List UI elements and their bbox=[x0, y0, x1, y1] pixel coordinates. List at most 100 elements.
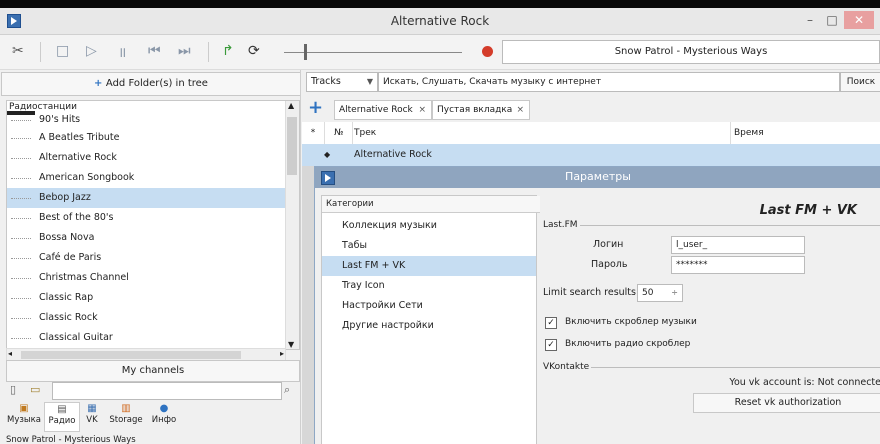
scroll-right-icon[interactable]: ▸ bbox=[280, 349, 284, 358]
window-title: Alternative Rock bbox=[390, 14, 490, 28]
storage-icon: ▥ bbox=[121, 403, 131, 414]
expand-icon[interactable]: ◆ bbox=[324, 144, 330, 166]
tab-info[interactable]: ● Инфо bbox=[148, 402, 180, 430]
col-star[interactable]: * bbox=[302, 122, 325, 144]
col-number[interactable]: № bbox=[334, 122, 353, 144]
tree-item[interactable]: Café de Paris bbox=[7, 248, 285, 268]
volume-slider[interactable] bbox=[284, 52, 462, 53]
close-icon[interactable]: × bbox=[516, 101, 524, 119]
close-icon[interactable]: × bbox=[418, 101, 426, 119]
search-type-select[interactable]: Tracks ▼ bbox=[306, 72, 378, 92]
arrow-icon[interactable]: ↱ bbox=[222, 43, 234, 59]
category-item[interactable]: Last FM + VK bbox=[322, 256, 536, 276]
scissors-icon[interactable]: ✂ bbox=[12, 43, 24, 59]
chevron-down-icon: ▼ bbox=[366, 77, 373, 86]
lastfm-group-label: Last.FM bbox=[541, 220, 580, 230]
tree-item[interactable]: Bebop Jazz bbox=[7, 188, 285, 208]
scroll-thumb[interactable] bbox=[21, 351, 241, 359]
pane-splitter[interactable] bbox=[300, 70, 301, 444]
section-title: Last FM + VK bbox=[759, 203, 857, 218]
my-channels-button[interactable]: My channels bbox=[6, 360, 300, 382]
tab-empty[interactable]: Пустая вкладка × bbox=[432, 100, 530, 120]
tab-vk[interactable]: ▦ VK bbox=[80, 402, 104, 430]
tab-alternative-rock[interactable]: Alternative Rock × bbox=[334, 100, 432, 120]
group-row[interactable]: ◆ Alternative Rock bbox=[302, 144, 880, 166]
password-field[interactable]: ******* bbox=[671, 256, 805, 274]
col-track[interactable]: Трек bbox=[354, 122, 731, 144]
search-input[interactable]: Искать, Слушать, Скачать музыку с интерн… bbox=[378, 72, 840, 92]
tab-radio[interactable]: ▤ Радио bbox=[44, 402, 80, 432]
tab-music[interactable]: ▣ Музыка bbox=[6, 402, 42, 430]
tree-item[interactable]: 90's Hits bbox=[7, 113, 285, 127]
plus-icon: + bbox=[94, 78, 106, 89]
tree-item[interactable]: Classic Rock bbox=[7, 308, 285, 328]
login-field[interactable]: l_user_ bbox=[671, 236, 805, 254]
scroll-thumb[interactable] bbox=[287, 117, 297, 175]
scrobble-radio-label: Включить радио скроблер bbox=[565, 339, 691, 349]
pause-icon[interactable]: ॥ bbox=[118, 43, 126, 62]
tree-header: Радиостанции bbox=[9, 102, 77, 112]
player-toolbar: ✂ □ ▷ ॥ ⏮ ⏭ ↱ ⟳ Snow Patrol - Mysterious… bbox=[0, 35, 880, 70]
settings-dialog: Параметры Категории Коллекция музыки Таб… bbox=[314, 166, 880, 444]
category-item[interactable]: Tray Icon bbox=[322, 276, 536, 296]
vk-account-status: You vk account is: Not connecte bbox=[729, 377, 880, 388]
scrobble-radio-checkbox[interactable]: ✓ bbox=[545, 339, 557, 351]
tree-item[interactable]: Best of the 80's bbox=[7, 208, 285, 228]
tree-item[interactable]: Bossa Nova bbox=[7, 228, 285, 248]
folder-icon[interactable]: ▭ bbox=[30, 383, 40, 396]
tree-vertical-scrollbar[interactable]: ▲ ▼ bbox=[285, 101, 299, 349]
scrobble-music-label: Включить скроблер музыки bbox=[565, 317, 697, 327]
category-item[interactable]: Настройки Сети bbox=[322, 296, 536, 316]
next-icon[interactable]: ⏭ bbox=[178, 43, 191, 59]
col-time[interactable]: Время bbox=[734, 122, 874, 144]
info-icon: ● bbox=[159, 403, 169, 414]
tab-storage[interactable]: ▥ Storage bbox=[106, 402, 146, 430]
tree-item[interactable]: Christmas Channel bbox=[7, 268, 285, 288]
track-grid-header: * № Трек Время bbox=[302, 122, 880, 145]
prev-icon[interactable]: ⏮ bbox=[148, 43, 161, 59]
playlist-tabs: + Alternative Rock × Пустая вкладка × bbox=[302, 96, 880, 120]
tree-item[interactable]: Classic Rap bbox=[7, 288, 285, 308]
now-playing-display: Snow Patrol - Mysterious Ways bbox=[502, 40, 880, 64]
limit-stepper[interactable]: 50 ÷ bbox=[637, 284, 683, 302]
lastfm-group: Last.FM bbox=[541, 220, 880, 230]
tree-item[interactable]: American Songbook bbox=[7, 168, 285, 188]
maximize-button[interactable]: □ bbox=[824, 11, 840, 29]
search-icon[interactable]: ⌕ bbox=[284, 383, 290, 397]
tree-item[interactable]: A Beatles Tribute bbox=[7, 128, 285, 148]
volume-slider-thumb[interactable] bbox=[304, 44, 307, 60]
tree-item[interactable]: Classical Guitar bbox=[7, 328, 285, 348]
lastfm-vk-settings: Last FM + VK Last.FM Логин l_user_ Парол… bbox=[541, 195, 880, 444]
play-icon[interactable]: ▷ bbox=[86, 43, 97, 59]
add-folder-button[interactable]: + Add Folder(s) in tree bbox=[1, 72, 301, 96]
close-button[interactable]: ✕ bbox=[844, 11, 874, 29]
category-item[interactable]: Другие настройки bbox=[322, 316, 536, 336]
vk-group: VKontakte bbox=[541, 362, 880, 372]
tree-item[interactable]: Alternative Rock bbox=[7, 148, 285, 168]
repeat-icon[interactable]: ⟳ bbox=[248, 43, 260, 59]
source-tabs: ▣ Музыка ▤ Радио ▦ VK ▥ Storage ● Инфо bbox=[6, 402, 298, 432]
category-item[interactable]: Коллекция музыки bbox=[322, 216, 536, 236]
add-tab-icon[interactable]: + bbox=[308, 97, 323, 118]
app-window: Alternative Rock – □ ✕ ✂ □ ▷ ॥ ⏮ ⏭ ↱ ⟳ S… bbox=[0, 8, 880, 444]
scroll-up-icon[interactable]: ▲ bbox=[288, 101, 294, 110]
radio-tree: Радиостанции 90's Hits A Beatles Tribute… bbox=[6, 100, 300, 350]
reset-vk-button[interactable]: Reset vk authorization bbox=[693, 393, 880, 413]
toolbar-separator bbox=[208, 42, 209, 62]
scroll-down-icon[interactable]: ▼ bbox=[288, 340, 294, 349]
vk-icon: ▦ bbox=[87, 403, 97, 414]
stop-icon[interactable]: □ bbox=[56, 43, 69, 59]
scroll-left-icon[interactable]: ◂ bbox=[8, 349, 12, 358]
search-button[interactable]: Поиск bbox=[840, 72, 880, 92]
radio-icon: ▤ bbox=[57, 404, 67, 415]
limit-label: Limit search results: bbox=[543, 287, 640, 298]
dialog-title: Параметры bbox=[565, 170, 631, 183]
stepper-arrows-icon[interactable]: ÷ bbox=[671, 285, 678, 301]
music-icon: ▣ bbox=[19, 403, 29, 414]
minimize-button[interactable]: – bbox=[802, 11, 818, 29]
new-file-icon[interactable]: ▯ bbox=[10, 383, 16, 396]
scrobble-music-checkbox[interactable]: ✓ bbox=[545, 317, 557, 329]
category-item[interactable]: Табы bbox=[322, 236, 536, 256]
channel-filter-input[interactable] bbox=[52, 382, 282, 400]
record-icon[interactable] bbox=[482, 46, 493, 57]
